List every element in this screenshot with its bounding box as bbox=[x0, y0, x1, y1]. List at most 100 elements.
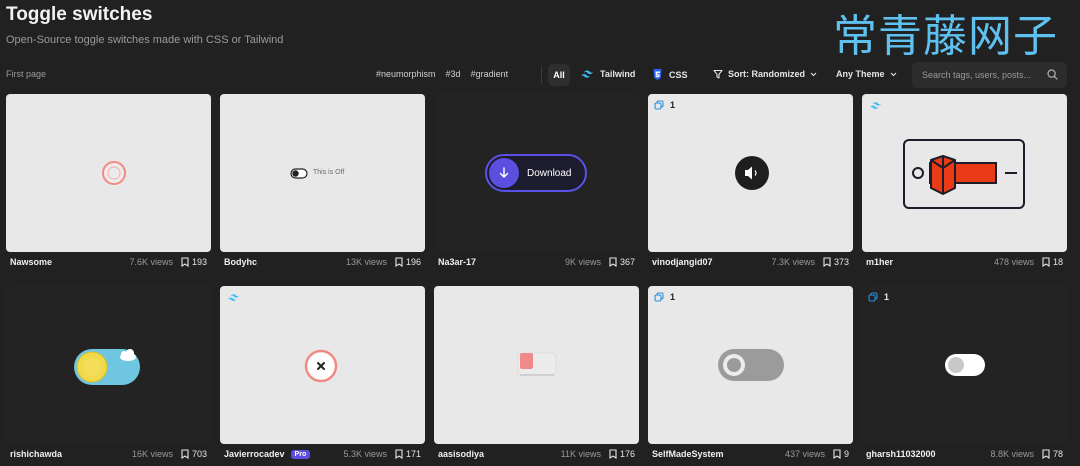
view-count: 7.6K views bbox=[129, 257, 173, 267]
save-button[interactable]: 367 bbox=[609, 257, 635, 267]
tag-neumorphism[interactable]: #neumorphism bbox=[376, 69, 436, 79]
save-button[interactable]: 78 bbox=[1042, 449, 1063, 459]
bookmark-icon bbox=[181, 257, 189, 267]
save-count: 18 bbox=[1052, 257, 1063, 267]
theme-dropdown[interactable]: Any Theme bbox=[836, 69, 897, 79]
variant-count: 1 bbox=[670, 292, 676, 302]
slide-toggle-preview bbox=[517, 352, 557, 376]
bookmark-icon bbox=[609, 449, 617, 459]
save-button[interactable]: 176 bbox=[609, 449, 635, 459]
filter-all-button[interactable]: All bbox=[548, 64, 570, 86]
save-button[interactable]: 193 bbox=[181, 257, 207, 267]
author-name[interactable]: Bodyhc bbox=[224, 257, 257, 267]
card-preview[interactable]: 1 bbox=[862, 286, 1067, 444]
filter-css-label: CSS bbox=[669, 69, 688, 80]
copy-icon bbox=[868, 292, 878, 302]
toolbar-divider bbox=[541, 66, 542, 84]
filter-icon bbox=[713, 69, 723, 79]
ring-toggle-preview bbox=[102, 161, 126, 185]
close-toggle-preview bbox=[304, 349, 338, 383]
author-name[interactable]: Javierrocadev bbox=[224, 449, 285, 459]
bookmark-icon bbox=[823, 257, 831, 267]
arrow-down-icon bbox=[499, 167, 509, 178]
download-toggle-button[interactable]: Download bbox=[485, 154, 587, 192]
save-count: 367 bbox=[619, 257, 635, 267]
view-count: 8.8K views bbox=[990, 449, 1034, 459]
card-preview[interactable] bbox=[862, 94, 1067, 252]
view-count: 13K views bbox=[345, 257, 387, 267]
view-count: 437 views bbox=[784, 449, 825, 459]
save-button[interactable]: 373 bbox=[823, 257, 849, 267]
card-preview[interactable]: This is Off bbox=[220, 94, 425, 252]
bookmark-icon bbox=[395, 257, 403, 267]
white-toggle-preview bbox=[945, 354, 985, 376]
view-count: 5.3K views bbox=[343, 449, 387, 459]
bookmark-icon bbox=[609, 257, 617, 267]
save-count: 196 bbox=[405, 257, 421, 267]
css-icon bbox=[653, 69, 662, 80]
bookmark-icon bbox=[1042, 257, 1050, 267]
card-preview[interactable]: 1 bbox=[648, 94, 853, 252]
author-name[interactable]: Na3ar-17 bbox=[438, 257, 476, 267]
card-preview[interactable]: Download bbox=[434, 94, 639, 252]
card-preview[interactable]: 1 bbox=[648, 286, 853, 444]
save-count: 703 bbox=[191, 449, 207, 459]
view-count: 478 views bbox=[993, 257, 1034, 267]
save-count: 176 bbox=[619, 449, 635, 459]
filter-css-button[interactable]: CSS bbox=[653, 69, 688, 80]
view-count: 7.3K views bbox=[771, 257, 815, 267]
tag-gradient[interactable]: #gradient bbox=[471, 69, 509, 79]
switch-box-preview bbox=[903, 139, 1025, 209]
filter-tailwind-button[interactable]: Tailwind bbox=[581, 69, 635, 79]
tailwind-icon bbox=[581, 70, 593, 78]
chevron-down-icon bbox=[890, 72, 896, 76]
card-preview[interactable] bbox=[434, 286, 639, 444]
bookmark-icon bbox=[395, 449, 403, 459]
save-count: 78 bbox=[1052, 449, 1063, 459]
save-button[interactable]: 18 bbox=[1042, 257, 1063, 267]
day-night-toggle-preview bbox=[74, 349, 140, 385]
author-name[interactable]: m1her bbox=[866, 257, 893, 267]
chevron-down-icon bbox=[810, 72, 817, 76]
sort-dropdown[interactable]: Sort: Randomized bbox=[713, 69, 817, 79]
save-button[interactable]: 196 bbox=[395, 257, 421, 267]
save-count: 171 bbox=[405, 449, 421, 459]
author-name[interactable]: aasisodiya bbox=[438, 449, 484, 459]
copy-icon bbox=[654, 292, 664, 302]
download-icon-circle bbox=[489, 158, 519, 188]
tag-list: #neumorphism #3d #gradient bbox=[376, 69, 508, 79]
search-box bbox=[912, 62, 1067, 88]
tag-3d[interactable]: #3d bbox=[446, 69, 461, 79]
variant-badge: 1 bbox=[654, 292, 675, 302]
author-name[interactable]: vinodjangid07 bbox=[652, 257, 713, 267]
filter-toolbar: First page #neumorphism #3d #gradient Al… bbox=[0, 62, 1080, 88]
author-name[interactable]: Nawsome bbox=[10, 257, 52, 267]
save-count: 373 bbox=[833, 257, 849, 267]
watermark: 常青藤网子 bbox=[833, 11, 1058, 62]
card-preview[interactable] bbox=[6, 286, 211, 444]
bookmark-icon bbox=[1042, 449, 1050, 459]
sort-label: Sort: Randomized bbox=[728, 69, 806, 79]
first-page-label: First page bbox=[6, 69, 47, 79]
page-title: Toggle switches bbox=[6, 4, 153, 25]
author-name[interactable]: gharsh11032000 bbox=[866, 449, 936, 459]
save-count: 9 bbox=[843, 449, 849, 459]
save-button[interactable]: 9 bbox=[833, 449, 849, 459]
copy-icon bbox=[654, 100, 664, 110]
card-preview[interactable] bbox=[6, 94, 211, 252]
variant-badge: 1 bbox=[654, 100, 675, 110]
download-label: Download bbox=[527, 167, 572, 179]
search-icon[interactable] bbox=[1047, 69, 1058, 80]
search-input[interactable] bbox=[922, 68, 1042, 82]
card-preview[interactable] bbox=[220, 286, 425, 444]
variant-count: 1 bbox=[884, 292, 890, 302]
gray-toggle-preview bbox=[718, 349, 784, 381]
page-subtitle: Open-Source toggle switches made with CS… bbox=[6, 34, 284, 46]
author-name[interactable]: rishichawda bbox=[10, 449, 62, 459]
save-button[interactable]: 171 bbox=[395, 449, 421, 459]
save-button[interactable]: 703 bbox=[181, 449, 207, 459]
view-count: 11K views bbox=[560, 449, 601, 459]
save-count: 193 bbox=[191, 257, 207, 267]
variant-count: 1 bbox=[670, 100, 676, 110]
author-name[interactable]: SelfMadeSystem bbox=[652, 449, 724, 459]
